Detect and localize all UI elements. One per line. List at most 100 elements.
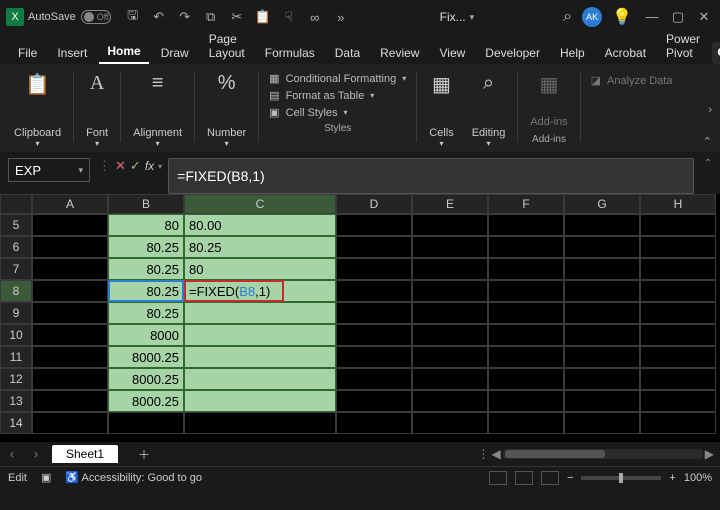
cell-blank[interactable] <box>640 412 716 434</box>
alignment-group[interactable]: ≡ Alignment ▾ <box>127 68 188 148</box>
cell-blank[interactable] <box>640 324 716 346</box>
cell-C9[interactable] <box>184 302 336 324</box>
cell-blank[interactable] <box>336 302 412 324</box>
cell-B6[interactable]: 80.25 <box>108 236 184 258</box>
close-icon[interactable]: ✕ <box>694 9 714 25</box>
cell-blank[interactable] <box>488 280 564 302</box>
add-sheet-icon[interactable]: ＋ <box>138 446 150 463</box>
scroll-track[interactable] <box>503 449 703 459</box>
col-header-A[interactable]: A <box>32 194 108 214</box>
cell-blank[interactable] <box>640 346 716 368</box>
horizontal-scrollbar[interactable]: ⋮ ◀ ▶ <box>478 447 714 461</box>
cell-C10[interactable] <box>184 324 336 346</box>
cell-C13[interactable] <box>184 390 336 412</box>
cell-blank[interactable] <box>640 214 716 236</box>
touch-icon[interactable]: ☟ <box>279 9 299 25</box>
cell-blank[interactable] <box>336 368 412 390</box>
row-header-12[interactable]: 12 <box>0 368 32 390</box>
cell-B11[interactable]: 8000.25 <box>108 346 184 368</box>
tab-page-layout[interactable]: Page Layout <box>201 28 253 64</box>
cell-blank[interactable] <box>640 258 716 280</box>
save-icon[interactable]: 🖫 <box>123 6 143 28</box>
macro-record-icon[interactable]: ▣ <box>41 471 51 484</box>
cell-blank[interactable] <box>564 368 640 390</box>
tab-data[interactable]: Data <box>327 42 368 64</box>
zoom-in-icon[interactable]: + <box>669 472 675 484</box>
cell-B14[interactable] <box>108 412 184 434</box>
cell-B7[interactable]: 80.25 <box>108 258 184 280</box>
formula-expand-icon[interactable]: ⌃ <box>704 158 712 169</box>
zoom-thumb[interactable] <box>619 473 623 483</box>
user-avatar[interactable]: AK <box>582 7 602 27</box>
cell-blank[interactable] <box>336 280 412 302</box>
analyze-data-button[interactable]: ◪Analyze Data <box>591 74 673 87</box>
cell-A12[interactable] <box>32 368 108 390</box>
ribbon-collapse-icon[interactable]: ⌃ <box>703 135 712 148</box>
tab-home[interactable]: Home <box>99 40 148 64</box>
search-icon[interactable]: ⌕ <box>563 8 572 26</box>
zoom-slider[interactable] <box>581 476 661 480</box>
col-header-C[interactable]: C <box>184 194 336 214</box>
editing-group[interactable]: ⌕ Editing ▾ <box>466 68 512 148</box>
scroll-right-icon[interactable]: ▶ <box>705 447 714 461</box>
cancel-icon[interactable]: ✕ <box>115 158 126 174</box>
fx-icon[interactable]: fx <box>145 159 154 173</box>
cell-blank[interactable] <box>488 214 564 236</box>
normal-view-icon[interactable] <box>489 471 507 485</box>
cell-A14[interactable] <box>32 412 108 434</box>
cell-blank[interactable] <box>336 412 412 434</box>
copy-icon[interactable]: ⧉ <box>201 9 221 25</box>
cell-A9[interactable] <box>32 302 108 324</box>
tab-developer[interactable]: Developer <box>477 42 548 64</box>
cell-blank[interactable] <box>640 368 716 390</box>
cell-B10[interactable]: 8000 <box>108 324 184 346</box>
cell-A8[interactable] <box>32 280 108 302</box>
accessibility-status[interactable]: ♿ Accessibility: Good to go <box>65 471 202 484</box>
autosave-switch[interactable]: Off <box>81 10 111 24</box>
cell-blank[interactable] <box>412 302 488 324</box>
cell-A13[interactable] <box>32 390 108 412</box>
cell-blank[interactable] <box>564 302 640 324</box>
zoom-level[interactable]: 100% <box>684 472 712 484</box>
select-all-box[interactable] <box>0 194 32 214</box>
cell-C14[interactable] <box>184 412 336 434</box>
cell-C6[interactable]: 80.25 <box>184 236 336 258</box>
tab-power-pivot[interactable]: Power Pivot <box>658 28 708 64</box>
cell-blank[interactable] <box>564 390 640 412</box>
cell-B9[interactable]: 80.25 <box>108 302 184 324</box>
conditional-formatting-button[interactable]: ▦Conditional Formatting ▾ <box>269 72 406 85</box>
spreadsheet-grid[interactable]: A B C D E F G H 58080.00680.2580.25780.2… <box>0 194 720 442</box>
page-layout-view-icon[interactable] <box>515 471 533 485</box>
tab-view[interactable]: View <box>431 42 473 64</box>
clipboard-group[interactable]: 📋 Clipboard ▾ <box>8 68 67 148</box>
cell-blank[interactable] <box>336 258 412 280</box>
tab-insert[interactable]: Insert <box>49 42 95 64</box>
cell-blank[interactable] <box>336 214 412 236</box>
cell-B5[interactable]: 80 <box>108 214 184 236</box>
cell-C5[interactable]: 80.00 <box>184 214 336 236</box>
col-header-H[interactable]: H <box>640 194 716 214</box>
maximize-icon[interactable]: ▢ <box>668 9 688 25</box>
cell-blank[interactable] <box>640 302 716 324</box>
cell-blank[interactable] <box>564 236 640 258</box>
cell-blank[interactable] <box>488 412 564 434</box>
cell-A11[interactable] <box>32 346 108 368</box>
autosave-toggle[interactable]: AutoSave Off <box>28 10 111 24</box>
lightbulb-icon[interactable]: 💡 <box>612 7 632 27</box>
cell-blank[interactable] <box>412 324 488 346</box>
sheet-tab-sheet1[interactable]: Sheet1 <box>52 445 118 463</box>
cell-B13[interactable]: 8000.25 <box>108 390 184 412</box>
minimize-icon[interactable]: — <box>642 9 662 25</box>
scroll-thumb[interactable] <box>505 450 605 458</box>
row-header-8[interactable]: 8 <box>0 280 32 302</box>
page-break-view-icon[interactable] <box>541 471 559 485</box>
cell-blank[interactable] <box>412 280 488 302</box>
cell-blank[interactable] <box>412 214 488 236</box>
cell-blank[interactable] <box>640 280 716 302</box>
tab-formulas[interactable]: Formulas <box>257 42 323 64</box>
cell-blank[interactable] <box>412 412 488 434</box>
cell-blank[interactable] <box>412 236 488 258</box>
cell-blank[interactable] <box>640 236 716 258</box>
comments-button[interactable]: 💬 <box>712 42 720 64</box>
row-header-11[interactable]: 11 <box>0 346 32 368</box>
